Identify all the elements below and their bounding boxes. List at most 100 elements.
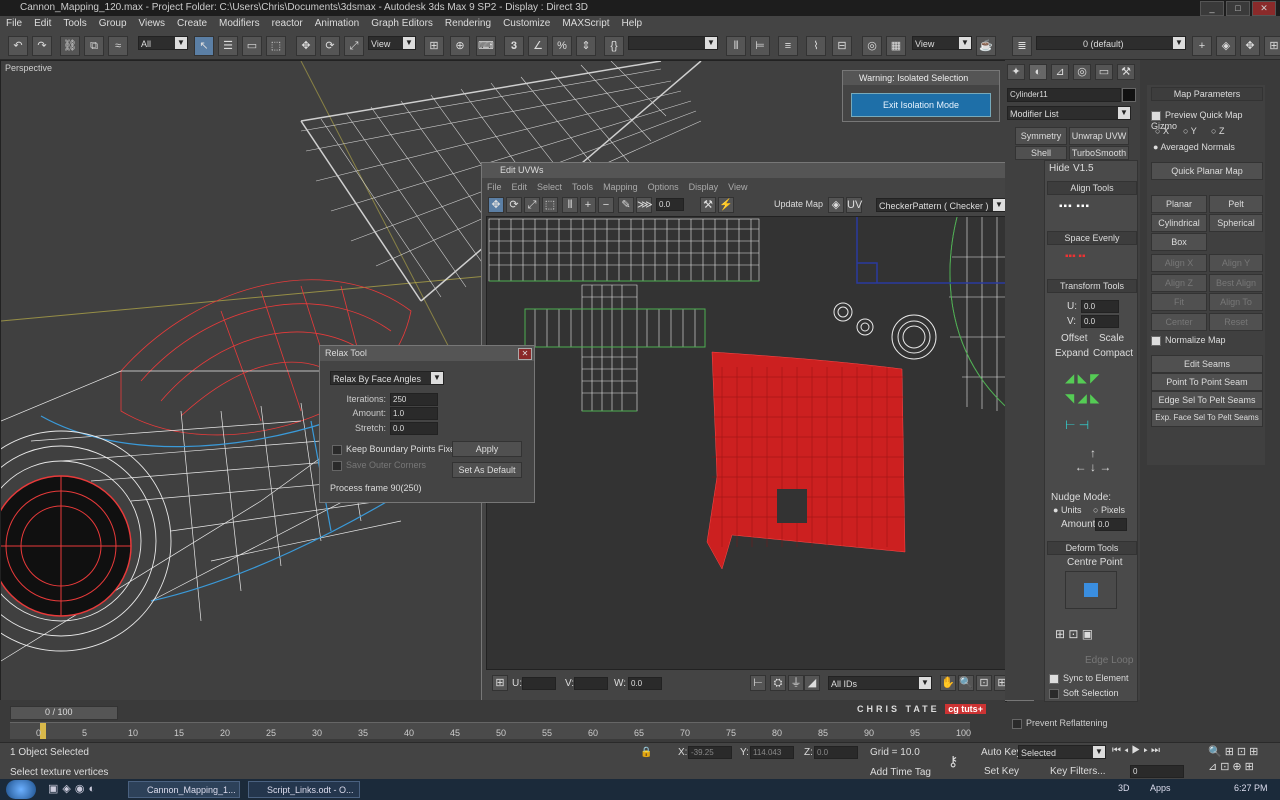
object-name-field[interactable]: Cylinder11 — [1007, 88, 1121, 102]
start-button[interactable] — [6, 780, 36, 799]
spinner-snap-icon[interactable]: ⇕ — [576, 36, 596, 56]
turbosmooth-button[interactable]: TurboSmooth — [1069, 146, 1129, 160]
x-field[interactable]: -39.25 — [688, 746, 732, 759]
quick-planar-button[interactable]: Quick Planar Map — [1151, 162, 1263, 180]
rect-selection-icon[interactable]: ▭ — [242, 36, 262, 56]
select-by-name-icon[interactable]: ☰ — [218, 36, 238, 56]
curve-editor-icon[interactable]: ⌇ — [806, 36, 826, 56]
soft-selection-checkbox[interactable]: Soft Selection — [1049, 688, 1119, 699]
link-icon[interactable]: ⛓ — [60, 36, 80, 56]
pixels-radio[interactable]: ○ Pixels — [1093, 505, 1125, 515]
prevent-reflattening-checkbox[interactable]: Prevent Reflattening — [1012, 718, 1108, 729]
edge-loop-button[interactable]: Edge Loop — [1085, 655, 1133, 666]
selection-filter-dropdown[interactable]: All ▼ — [138, 36, 188, 50]
add-time-tag-button[interactable]: Add Time Tag — [870, 767, 931, 778]
uvw-freeform-icon[interactable]: ⬚ — [542, 197, 558, 213]
uvw-menu-options[interactable]: Options — [643, 180, 684, 194]
menu-graph-editors[interactable]: Graph Editors — [365, 16, 439, 31]
taskbar-3dsmax[interactable]: Cannon_Mapping_1... — [128, 781, 240, 798]
motion-tab-icon[interactable]: ◎ — [1073, 64, 1091, 80]
nudge-arrows-icon[interactable]: ↑ ← ↓ → — [1063, 446, 1123, 486]
playback-controls[interactable]: ⏮◂▶▸⏭ — [1112, 745, 1202, 759]
uv-editor-canvas[interactable] — [486, 216, 1032, 670]
render-type-dropdown[interactable]: View ▼ — [912, 36, 972, 50]
add-layer-icon[interactable]: + — [1192, 36, 1212, 56]
lock-selection-icon[interactable]: 🔒 — [640, 747, 654, 759]
keep-boundary-checkbox[interactable]: Keep Boundary Points Fixed — [332, 444, 460, 455]
show-map-icon[interactable]: ◈ — [828, 197, 844, 213]
menu-animation[interactable]: Animation — [309, 16, 365, 31]
edit-seams-button[interactable]: Edit Seams — [1151, 355, 1263, 373]
uvw-menu-mapping[interactable]: Mapping — [598, 180, 643, 194]
uvw-weld-icon[interactable]: ⚒ — [700, 197, 716, 213]
menu-modifiers[interactable]: Modifiers — [213, 16, 266, 31]
space-evenly-icons[interactable]: ▪▪▪ ▪▪ — [1065, 251, 1115, 267]
shell-button[interactable]: Shell — [1015, 146, 1067, 160]
uvw-expand-icon[interactable]: + — [580, 197, 596, 213]
bind-spacewarp-icon[interactable]: ≈ — [108, 36, 128, 56]
save-outer-checkbox[interactable]: Save Outer Corners — [332, 460, 426, 471]
menu-views[interactable]: Views — [133, 16, 172, 31]
taskbar-script-links[interactable]: Script_Links.odt - O... — [248, 781, 360, 798]
percent-snap-icon[interactable]: % — [552, 36, 572, 56]
menu-create[interactable]: Create — [171, 16, 213, 31]
schematic-view-icon[interactable]: ⊟ — [832, 36, 852, 56]
axis-x-radio[interactable]: ○ X — [1155, 126, 1169, 136]
scale-icon[interactable]: ⤢ — [344, 36, 364, 56]
display-tab-icon[interactable]: ▭ — [1095, 64, 1113, 80]
uvw-lock-icon[interactable]: ⊞ — [492, 675, 508, 691]
layer-props-icon[interactable]: ⊞ — [1264, 36, 1280, 56]
current-frame-field[interactable]: 0 — [1130, 765, 1184, 778]
relax-close-icon[interactable]: ✕ — [518, 348, 532, 360]
select-layer-icon[interactable]: ◈ — [1216, 36, 1236, 56]
redo-icon[interactable]: ↷ — [32, 36, 52, 56]
uvw-menu-file[interactable]: File — [482, 180, 507, 194]
sync-element-checkbox[interactable]: Sync to Element — [1049, 673, 1129, 684]
y-field[interactable]: 114.043 — [750, 746, 794, 759]
uvw-w-field[interactable]: 0.0 — [628, 677, 662, 690]
averaged-normals-radio[interactable]: ● Averaged Normals — [1153, 142, 1235, 152]
uvw-filter-icon[interactable]: ⏚ — [788, 675, 804, 691]
uvw-menu-view[interactable]: View — [723, 180, 752, 194]
tray-apps[interactable]: Apps — [1150, 783, 1171, 793]
uvw-zoom-region-icon[interactable]: ⊡ — [976, 675, 992, 691]
tray-3d[interactable]: 3D — [1118, 783, 1130, 793]
key-filters-button[interactable]: Key Filters... — [1050, 766, 1106, 777]
modifier-list-dropdown[interactable]: Modifier List ▼ — [1007, 106, 1131, 120]
iterations-field[interactable]: 250 — [390, 393, 438, 406]
maximize-button[interactable]: □ — [1226, 1, 1250, 16]
normalize-map-checkbox[interactable]: Normalize Map — [1151, 335, 1226, 346]
mirror-icon[interactable]: ⫴ — [726, 36, 746, 56]
uvw-scale-icon[interactable]: ⤢ — [524, 197, 540, 213]
unlink-icon[interactable]: ⧉ — [84, 36, 104, 56]
texture-dropdown[interactable]: CheckerPattern ( Checker ) ▼ — [876, 198, 1006, 212]
set-key-button[interactable]: Set Key — [984, 766, 1019, 777]
transform-tools-header[interactable]: Transform Tools — [1047, 279, 1137, 293]
axis-z-radio[interactable]: ○ Z — [1211, 126, 1224, 136]
minimize-button[interactable]: _ — [1200, 1, 1224, 16]
hierarchy-tab-icon[interactable]: ⊿ — [1051, 64, 1069, 80]
set-default-button[interactable]: Set As Default — [452, 462, 522, 478]
uvw-texel-icon[interactable]: ⛭ — [770, 675, 786, 691]
menu-group[interactable]: Group — [93, 16, 133, 31]
time-slider[interactable]: 0 / 100 — [10, 706, 118, 720]
uvw-mirror-icon[interactable]: ⫴ — [562, 197, 578, 213]
modify-tab-icon[interactable]: ◐ — [1029, 64, 1047, 80]
exp-face-sel-button[interactable]: Exp. Face Sel To Pelt Seams — [1151, 409, 1263, 427]
uvw-zoom-icon[interactable]: 🔍 — [958, 675, 974, 691]
edit-named-sel-icon[interactable]: {} — [604, 36, 624, 56]
exit-isolation-button[interactable]: Exit Isolation Mode — [851, 93, 991, 117]
reset-button[interactable]: Reset — [1209, 313, 1263, 331]
centre-point-selected[interactable] — [1084, 583, 1098, 597]
align-icon[interactable]: ⊨ — [750, 36, 770, 56]
planar-button[interactable]: Planar — [1151, 195, 1207, 213]
axis-y-radio[interactable]: ○ Y — [1183, 126, 1197, 136]
menu-reactor[interactable]: reactor — [266, 16, 309, 31]
uvw-soft-icon[interactable]: ⋙ — [636, 197, 653, 213]
uvw-pan-icon[interactable]: ✋ — [940, 675, 956, 691]
relax-mode-dropdown[interactable]: Relax By Face Angles ▼ — [330, 371, 444, 385]
keyboard-shortcut-icon[interactable]: ⌨ — [476, 36, 496, 56]
rotate-icon[interactable]: ⟳ — [320, 36, 340, 56]
menu-help[interactable]: Help — [616, 16, 649, 31]
space-evenly-header[interactable]: Space Evenly — [1047, 231, 1137, 245]
